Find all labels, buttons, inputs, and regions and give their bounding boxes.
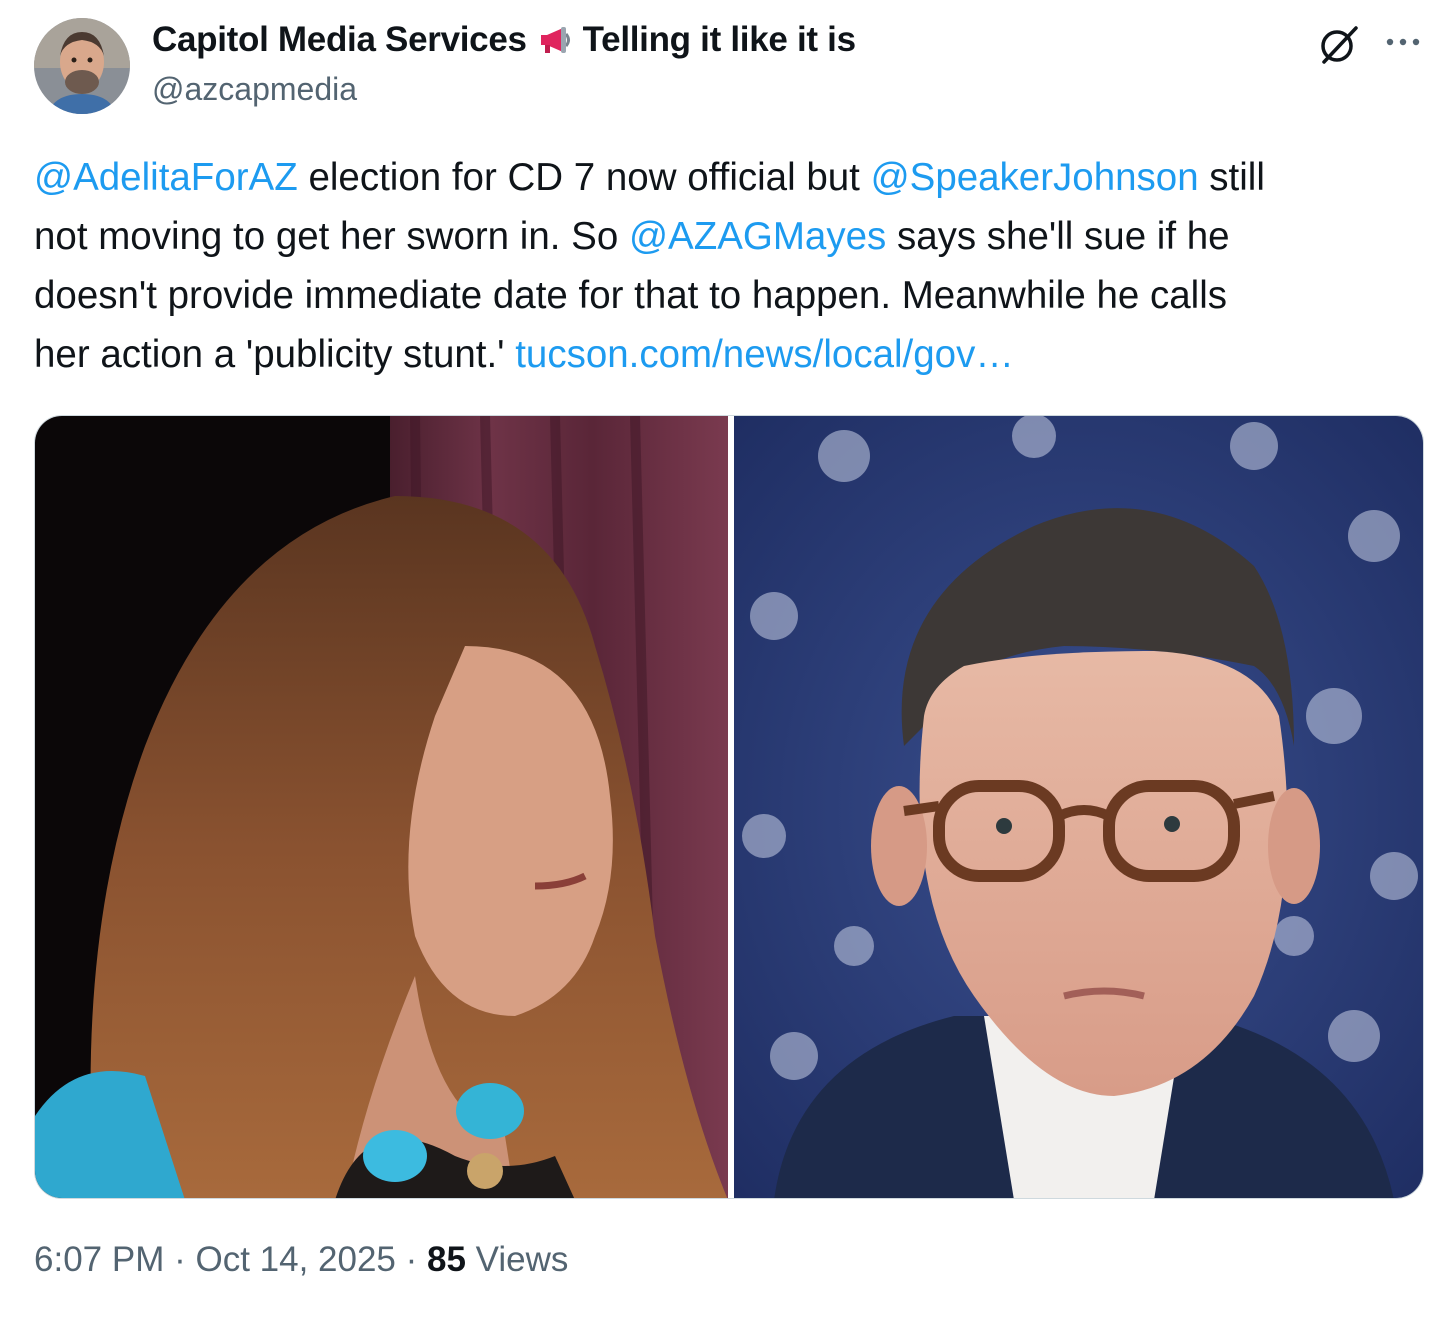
mention-speakerjohnson[interactable]: @SpeakerJohnson <box>871 156 1199 199</box>
photo-left[interactable] <box>35 416 728 1198</box>
tweet-date[interactable]: Oct 14, 2025 <box>195 1240 395 1279</box>
tweet-metadata: 6:07 PM · Oct 14, 2025 · 85 Views <box>34 1240 568 1280</box>
separator: · <box>395 1240 427 1279</box>
user-avatar-icon <box>34 18 130 114</box>
tweet-text-segment: her action a 'publicity stunt.' <box>34 333 516 376</box>
tweet-text-segment: election for CD 7 now official but <box>297 156 871 199</box>
author-name: Capitol Media Services <box>152 20 527 59</box>
avatar[interactable] <box>34 18 130 114</box>
tweet-text-segment: not moving to get her sworn in. So <box>34 215 629 258</box>
tweet-text-segment: still <box>1198 156 1265 199</box>
tweet-text-segment: says she'll sue if he <box>886 215 1230 258</box>
mention-adelitaforaz[interactable]: @AdelitaForAZ <box>34 156 298 199</box>
tweet-text-line: @AdelitaForAZ election for CD 7 now offi… <box>34 148 1424 207</box>
author-display-name[interactable]: Capitol Media Services Telling it like it… <box>152 20 856 64</box>
tweet-text: @AdelitaForAZ election for CD 7 now offi… <box>34 148 1424 384</box>
article-link[interactable]: tucson.com/news/local/gov… <box>515 333 1014 376</box>
tweet-text-line: not moving to get her sworn in. So @AZAG… <box>34 207 1424 266</box>
media-grid <box>34 415 1424 1199</box>
tweet-time[interactable]: 6:07 PM <box>34 1240 164 1279</box>
separator: · <box>164 1240 196 1279</box>
views-count: 85 <box>427 1240 466 1279</box>
mention-azagmayes[interactable]: @AZAGMayes <box>629 215 886 258</box>
views-label: Views <box>465 1240 569 1279</box>
tweet-text-line: her action a 'publicity stunt.' tucson.c… <box>34 325 1424 384</box>
tweet-card: Capitol Media Services Telling it like it… <box>0 0 1456 1318</box>
grok-icon[interactable] <box>1316 22 1362 68</box>
megaphone-icon <box>537 24 577 64</box>
more-options-icon[interactable] <box>1384 27 1424 57</box>
author-handle[interactable]: @azcapmedia <box>152 71 357 108</box>
tweet-text-line: doesn't provide immediate date for that … <box>34 274 1228 317</box>
author-name-suffix: Telling it like it is <box>582 20 856 59</box>
photo-right[interactable] <box>734 416 1423 1198</box>
